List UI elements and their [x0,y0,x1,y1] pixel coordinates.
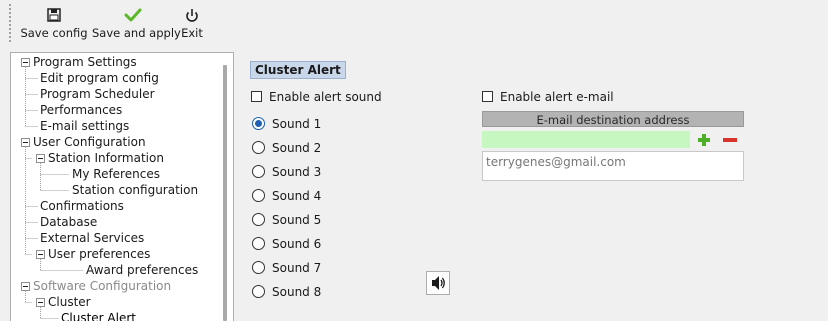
collapse-user-configuration-icon[interactable] [21,138,30,147]
tree-item-cluster-alert[interactable]: Cluster Alert [61,310,136,321]
tree-item-award-preferences[interactable]: Award preferences [86,262,198,278]
tree-item-cluster[interactable]: Cluster [48,294,91,310]
sound-1-label: Sound 1 [272,117,322,131]
tree-item-confirmations[interactable]: Confirmations [40,198,124,214]
sound-6-label: Sound 6 [272,237,322,251]
tree-item-email-settings[interactable]: E-mail settings [40,118,129,134]
sound-2-label: Sound 2 [272,141,322,155]
enable-alert-email-label: Enable alert e-mail [500,90,614,104]
collapse-station-information-icon[interactable] [36,154,45,163]
collapse-user-preferences-icon[interactable] [36,250,45,259]
save-config-button[interactable]: Save config [20,5,88,43]
tree-item-external-services[interactable]: External Services [40,230,144,246]
exit-label: Exit [181,26,203,40]
save-config-label: Save config [20,26,88,40]
cluster-alert-title: Cluster Alert [250,61,346,79]
save-and-apply-label: Save and apply [92,26,181,40]
sound-4-radio-circle[interactable] [252,189,265,202]
floppy-disk-icon [47,8,61,22]
remove-email-button[interactable] [722,132,738,148]
enable-alert-sound-box[interactable] [251,91,262,102]
power-icon [186,9,198,22]
sound-5-radio-circle[interactable] [252,213,265,226]
email-address-input[interactable] [482,131,690,148]
sound-2-radio-circle[interactable] [252,141,265,154]
sound-8-label: Sound 8 [272,285,322,299]
tree-item-user-preferences[interactable]: User preferences [48,246,150,262]
sound-7-label: Sound 7 [272,261,322,275]
play-sound-button[interactable] [426,271,450,295]
tree-item-user-configuration[interactable]: User Configuration [33,134,146,150]
sound-5-label: Sound 5 [272,213,322,227]
collapse-program-settings-icon[interactable] [21,58,30,67]
speaker-icon [432,276,445,290]
email-list-item[interactable]: terrygenes@gmail.com [486,154,626,170]
tree-item-edit-program-config[interactable]: Edit program config [40,70,159,86]
sound-8-radio-circle[interactable] [252,285,265,298]
tree-item-software-configuration[interactable]: Software Configuration [33,278,171,294]
sound-1-radio-circle[interactable] [252,117,265,130]
toolbar-grip[interactable] [9,4,11,42]
collapse-software-configuration-icon[interactable] [21,282,30,291]
tree-item-database[interactable]: Database [40,214,97,230]
settings-tree[interactable]: Program Settings Edit program config Pro… [10,52,234,321]
tree-item-station-information[interactable]: Station Information [48,150,164,166]
green-check-icon [124,8,142,22]
tree-item-program-scheduler[interactable]: Program Scheduler [40,86,155,102]
sound-6-radio-circle[interactable] [252,237,265,250]
exit-button[interactable]: Exit [179,5,205,43]
add-email-button[interactable] [696,132,712,148]
tree-item-performances[interactable]: Performances [40,102,122,118]
sound-4-label: Sound 4 [272,189,322,203]
sound-3-radio-circle[interactable] [252,165,265,178]
enable-alert-sound-label: Enable alert sound [269,90,382,104]
sound-7-radio-circle[interactable] [252,261,265,274]
email-destination-header: E-mail destination address [482,111,744,127]
toolbar: Save config Save and apply Exit [0,0,828,46]
tree-scrollbar-thumb[interactable] [223,65,227,321]
save-and-apply-button[interactable]: Save and apply [92,5,181,43]
tree-item-program-settings[interactable]: Program Settings [33,54,137,70]
email-address-list[interactable]: terrygenes@gmail.com [482,151,744,181]
enable-alert-email-box[interactable] [482,91,493,102]
tree-item-station-configuration[interactable]: Station configuration [72,182,198,198]
collapse-cluster-icon[interactable] [36,298,45,307]
tree-item-my-references[interactable]: My References [72,166,160,182]
sound-3-label: Sound 3 [272,165,322,179]
